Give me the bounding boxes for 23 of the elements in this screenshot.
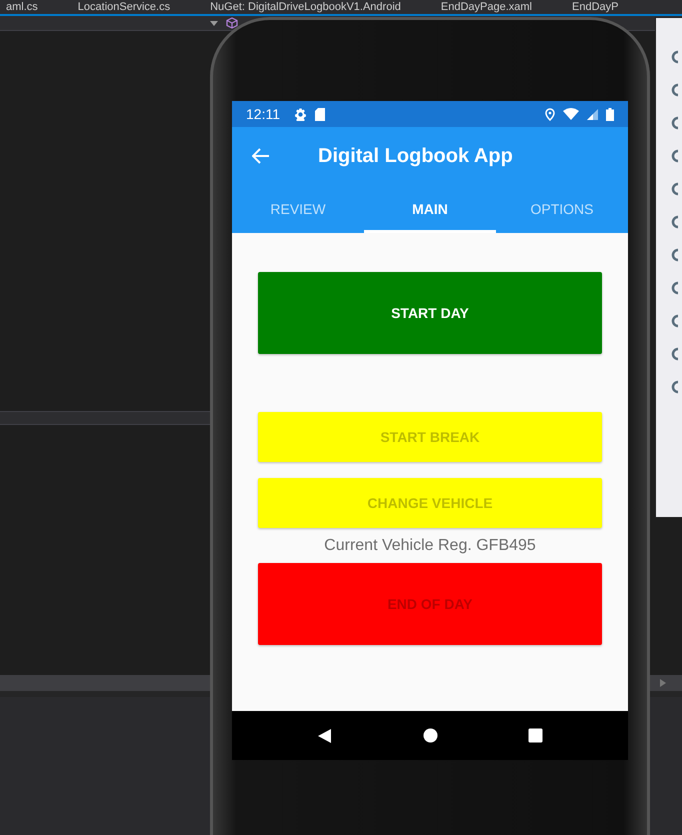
sd-card-icon [315,108,325,120]
app-title: Digital Logbook App [318,144,513,168]
editor-tab[interactable]: aml.cs [6,1,38,14]
cube-icon [226,17,238,29]
editor-tab[interactable]: LocationService.cs [78,1,170,14]
location-icon [545,108,555,120]
back-icon[interactable] [317,728,333,744]
tab[interactable]: MAIN [364,185,496,233]
settings-icon [294,108,307,120]
dropdown-caret-icon[interactable] [210,20,218,26]
status-time: 12:11 [246,106,280,122]
action-button[interactable]: START DAY [258,272,602,354]
vehicle-reg-label: Current Vehicle Reg. GFB495 [324,537,536,555]
back-arrow-icon[interactable] [252,148,270,164]
battery-icon [606,108,614,120]
editor-tab[interactable]: EndDayPage.xaml [440,1,532,14]
recents-icon[interactable] [528,728,543,743]
scroll-right-icon[interactable] [660,679,666,687]
signal-icon [587,108,598,120]
home-icon[interactable] [423,728,438,743]
editor-tab[interactable]: NuGet: DigitalDriveLogbookV1.Android [210,1,401,14]
editor-tab[interactable]: EndDayP [572,1,618,14]
wifi-icon [563,108,579,120]
